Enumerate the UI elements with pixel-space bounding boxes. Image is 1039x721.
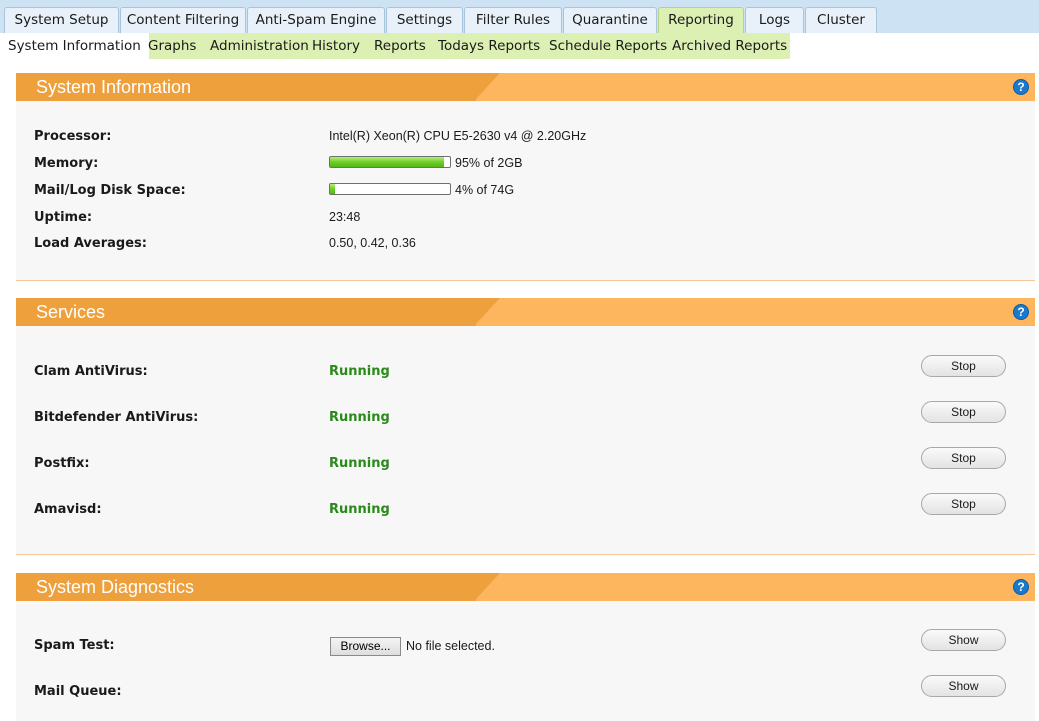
stop-postfix-button[interactable]: Stop: [921, 447, 1006, 469]
spam-test-label: Spam Test:: [34, 638, 115, 653]
show-spam-test-button[interactable]: Show: [921, 629, 1006, 651]
subtab-archived-reports[interactable]: Archived Reports: [672, 33, 787, 59]
stop-bitdefender-button[interactable]: Stop: [921, 401, 1006, 423]
panel-title: System Diagnostics: [36, 577, 195, 597]
help-icon[interactable]: ?: [1013, 79, 1029, 95]
subtab-reports[interactable]: Reports: [374, 33, 426, 59]
system-diagnostics-panel: System Diagnostics ? Spam Test: Browse..…: [16, 573, 1035, 721]
services-panel: Services ? Clam AntiVirus: Running Stop …: [16, 298, 1035, 555]
service-status-amavisd: Running: [329, 502, 390, 517]
tab-content-filtering[interactable]: Content Filtering: [120, 7, 246, 33]
subtab-system-information[interactable]: System Information: [0, 33, 149, 59]
panel-header: Services: [16, 298, 1035, 326]
stop-amavisd-button[interactable]: Stop: [921, 493, 1006, 515]
browse-button[interactable]: Browse...: [330, 637, 401, 656]
help-icon[interactable]: ?: [1013, 579, 1029, 595]
load-averages-label: Load Averages:: [34, 236, 147, 251]
tab-filter-rules[interactable]: Filter Rules: [464, 7, 562, 33]
memory-usage-text: 95% of 2GB: [455, 156, 523, 170]
memory-usage-bar: [329, 156, 451, 168]
help-icon[interactable]: ?: [1013, 304, 1029, 320]
service-name-clam: Clam AntiVirus:: [34, 364, 148, 379]
stop-clam-button[interactable]: Stop: [921, 355, 1006, 377]
service-name-bitdefender: Bitdefender AntiVirus:: [34, 410, 199, 425]
service-status-postfix: Running: [329, 456, 390, 471]
subtab-todays-reports[interactable]: Todays Reports: [438, 33, 540, 59]
sub-tab-bar: System Information Graphs Administration…: [0, 33, 790, 59]
disk-usage-fill: [330, 184, 335, 194]
tab-anti-spam-engine[interactable]: Anti-Spam Engine: [247, 7, 385, 33]
tab-cluster[interactable]: Cluster: [805, 7, 877, 33]
tab-settings[interactable]: Settings: [386, 7, 463, 33]
panel-title: System Information: [36, 77, 192, 97]
file-status-text: No file selected.: [406, 639, 495, 653]
show-mail-queue-button[interactable]: Show: [921, 675, 1006, 697]
header-wedge: [474, 298, 500, 326]
panel-title: Services: [36, 302, 106, 322]
subtab-administration[interactable]: Administration: [210, 33, 309, 59]
mail-queue-label: Mail Queue:: [34, 684, 122, 699]
load-averages-value: 0.50, 0.42, 0.36: [329, 236, 416, 250]
tab-logs[interactable]: Logs: [745, 7, 804, 33]
service-name-postfix: Postfix:: [34, 456, 90, 471]
tab-system-setup[interactable]: System Setup: [4, 7, 119, 33]
disk-label: Mail/Log Disk Space:: [34, 183, 186, 198]
panel-header: System Information: [16, 73, 1035, 101]
header-wedge: [474, 73, 500, 101]
memory-usage-fill: [330, 157, 444, 167]
disk-usage-text: 4% of 74G: [455, 183, 515, 197]
top-tab-bar: System Setup Content Filtering Anti-Spam…: [0, 0, 1039, 34]
panel-header: System Diagnostics: [16, 573, 1035, 601]
disk-usage-bar: [329, 183, 451, 195]
service-status-clam: Running: [329, 364, 390, 379]
processor-value: Intel(R) Xeon(R) CPU E5-2630 v4 @ 2.20GH…: [329, 129, 587, 143]
system-information-panel: System Information ? Processor: Intel(R)…: [16, 73, 1035, 281]
tab-quarantine[interactable]: Quarantine: [563, 7, 657, 33]
processor-label: Processor:: [34, 129, 112, 144]
memory-label: Memory:: [34, 156, 99, 171]
header-wedge: [474, 573, 500, 601]
subtab-schedule-reports[interactable]: Schedule Reports: [549, 33, 667, 59]
service-name-amavisd: Amavisd:: [34, 502, 102, 517]
uptime-value: 23:48: [329, 210, 361, 224]
service-status-bitdefender: Running: [329, 410, 390, 425]
subtab-graphs[interactable]: Graphs: [148, 33, 196, 59]
uptime-label: Uptime:: [34, 210, 93, 225]
tab-reporting[interactable]: Reporting: [658, 7, 744, 34]
subtab-history[interactable]: History: [312, 33, 360, 59]
